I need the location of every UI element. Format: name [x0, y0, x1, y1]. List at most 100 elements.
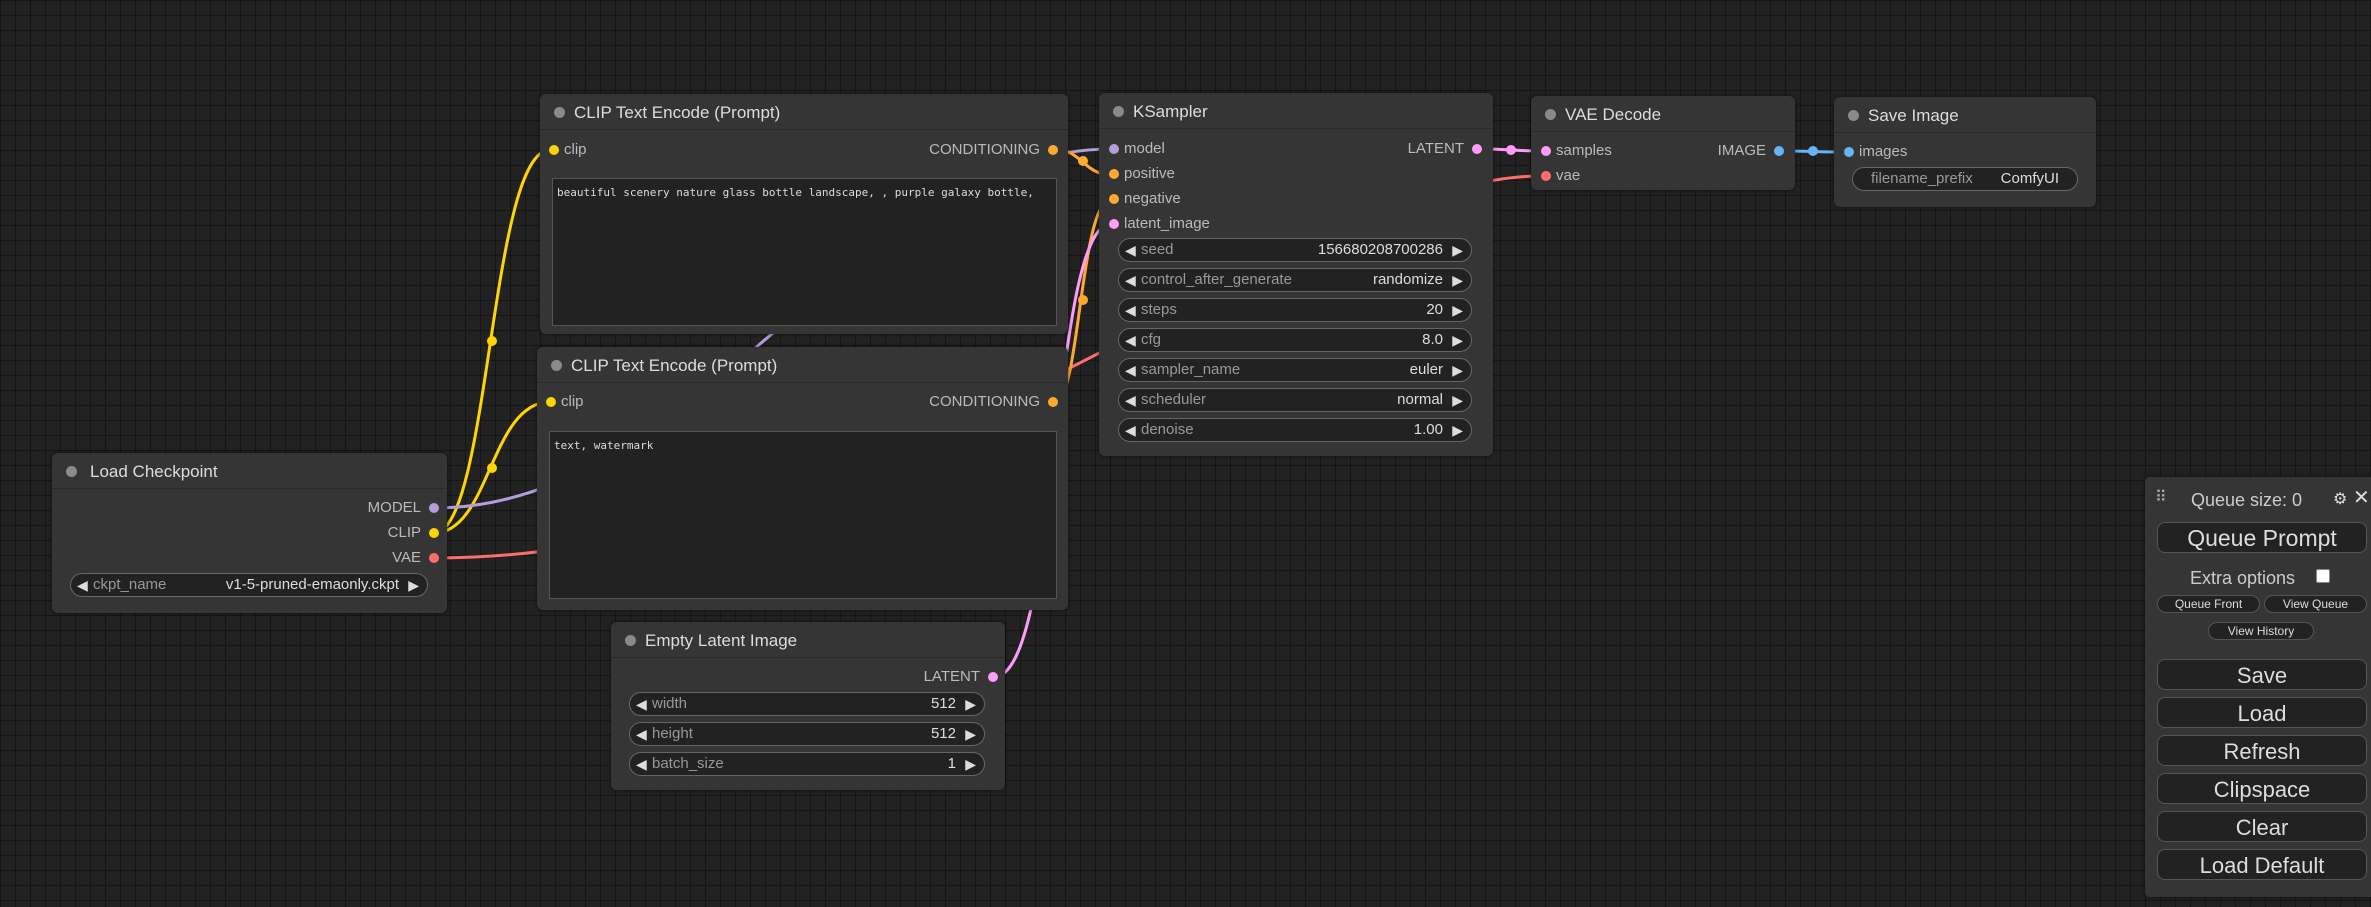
increment-arrow-icon[interactable]: ▶: [965, 753, 976, 775]
refresh-button[interactable]: Refresh: [2157, 735, 2367, 766]
collapse-dot-icon[interactable]: [554, 107, 565, 118]
queue-prompt-button[interactable]: Queue Prompt: [2157, 522, 2367, 553]
input-slot-positive[interactable]: positive: [1109, 164, 1175, 184]
node-ksampler[interactable]: KSampler model positive negative latent_…: [1099, 93, 1493, 456]
input-slot-latent-image[interactable]: latent_image: [1109, 214, 1210, 234]
node-vae-decode[interactable]: VAE Decode samples vae IMAGE: [1531, 96, 1795, 190]
node-save-image[interactable]: Save Image images filename_prefix ComfyU…: [1834, 97, 2096, 207]
decrement-arrow-icon[interactable]: ◀: [77, 574, 88, 596]
load-button[interactable]: Load: [2157, 697, 2367, 728]
node-empty-latent-image[interactable]: Empty Latent Image LATENT ◀ width 512 ▶ …: [611, 622, 1005, 790]
widget-control-after-generate[interactable]: ◀ control_after_generate randomize ▶: [1118, 268, 1472, 292]
widget-cfg[interactable]: ◀ cfg 8.0 ▶: [1118, 328, 1472, 352]
output-slot-clip[interactable]: CLIP: [388, 523, 439, 543]
collapse-dot-icon[interactable]: [66, 466, 77, 477]
decrement-arrow-icon[interactable]: ◀: [1125, 389, 1136, 411]
node-clip-text-encode-positive[interactable]: CLIP Text Encode (Prompt) clip CONDITION…: [540, 94, 1068, 334]
slot-dot-icon[interactable]: [549, 145, 559, 155]
node-title-bar[interactable]: Save Image: [1834, 97, 2096, 133]
view-queue-button[interactable]: View Queue: [2264, 595, 2367, 613]
widget-filename-prefix[interactable]: filename_prefix ComfyUI: [1852, 167, 2078, 191]
increment-arrow-icon[interactable]: ▶: [1452, 269, 1463, 291]
node-load-checkpoint[interactable]: Load Checkpoint MODEL CLIP VAE ◀ ckpt_na…: [52, 453, 447, 613]
settings-gear-icon[interactable]: ⚙: [2333, 489, 2347, 509]
node-clip-text-encode-negative[interactable]: CLIP Text Encode (Prompt) clip CONDITION…: [537, 347, 1068, 610]
collapse-dot-icon[interactable]: [551, 360, 562, 371]
slot-dot-icon[interactable]: [1109, 219, 1119, 229]
decrement-arrow-icon[interactable]: ◀: [1125, 269, 1136, 291]
node-title-bar[interactable]: CLIP Text Encode (Prompt): [537, 347, 1068, 383]
clipspace-button[interactable]: Clipspace: [2157, 773, 2367, 804]
input-slot-images[interactable]: images: [1844, 142, 1907, 162]
slot-dot-icon[interactable]: [429, 553, 439, 563]
input-slot-negative[interactable]: negative: [1109, 189, 1181, 209]
drag-handle-icon[interactable]: ⠿: [2155, 487, 2167, 507]
input-slot-clip[interactable]: clip: [546, 392, 584, 412]
input-slot-samples[interactable]: samples: [1541, 141, 1612, 161]
input-slot-vae[interactable]: vae: [1541, 166, 1580, 186]
slot-dot-icon[interactable]: [1109, 169, 1119, 179]
slot-dot-icon[interactable]: [1844, 147, 1854, 157]
prompt-textarea[interactable]: beautiful scenery nature glass bottle la…: [552, 178, 1057, 326]
decrement-arrow-icon[interactable]: ◀: [1125, 299, 1136, 321]
decrement-arrow-icon[interactable]: ◀: [1125, 419, 1136, 441]
node-title-bar[interactable]: CLIP Text Encode (Prompt): [540, 94, 1068, 130]
clear-button[interactable]: Clear: [2157, 811, 2367, 842]
node-title-bar[interactable]: KSampler: [1099, 93, 1493, 129]
slot-dot-icon[interactable]: [429, 503, 439, 513]
widget-steps[interactable]: ◀ steps 20 ▶: [1118, 298, 1472, 322]
node-title-bar[interactable]: Empty Latent Image: [611, 622, 1005, 658]
slot-dot-icon[interactable]: [1472, 144, 1482, 154]
extra-options-checkbox[interactable]: [2316, 569, 2330, 583]
output-slot-image[interactable]: IMAGE: [1718, 141, 1784, 161]
slot-dot-icon[interactable]: [988, 672, 998, 682]
widget-width[interactable]: ◀ width 512 ▶: [629, 692, 985, 716]
increment-arrow-icon[interactable]: ▶: [1452, 359, 1463, 381]
widget-height[interactable]: ◀ height 512 ▶: [629, 722, 985, 746]
collapse-dot-icon[interactable]: [625, 635, 636, 646]
slot-dot-icon[interactable]: [1048, 145, 1058, 155]
save-button[interactable]: Save: [2157, 659, 2367, 690]
increment-arrow-icon[interactable]: ▶: [1452, 419, 1463, 441]
collapse-dot-icon[interactable]: [1113, 106, 1124, 117]
decrement-arrow-icon[interactable]: ◀: [636, 693, 647, 715]
slot-dot-icon[interactable]: [1048, 397, 1058, 407]
slot-dot-icon[interactable]: [546, 397, 556, 407]
widget-denoise[interactable]: ◀ denoise 1.00 ▶: [1118, 418, 1472, 442]
output-slot-vae[interactable]: VAE: [392, 548, 439, 568]
input-slot-clip[interactable]: clip: [549, 140, 587, 160]
load-default-button[interactable]: Load Default: [2157, 849, 2367, 880]
widget-ckpt-name[interactable]: ◀ ckpt_name v1-5-pruned-emaonly.ckpt ▶: [70, 573, 428, 597]
slot-dot-icon[interactable]: [1541, 146, 1551, 156]
decrement-arrow-icon[interactable]: ◀: [636, 723, 647, 745]
slot-dot-icon[interactable]: [1109, 144, 1119, 154]
collapse-dot-icon[interactable]: [1545, 109, 1556, 120]
increment-arrow-icon[interactable]: ▶: [965, 693, 976, 715]
view-history-button[interactable]: View History: [2208, 622, 2314, 640]
decrement-arrow-icon[interactable]: ◀: [1125, 329, 1136, 351]
input-slot-model[interactable]: model: [1109, 139, 1165, 159]
prompt-textarea[interactable]: text, watermark: [549, 431, 1057, 599]
collapse-dot-icon[interactable]: [1848, 110, 1859, 121]
close-icon[interactable]: ✕: [2353, 485, 2370, 510]
widget-batch-size[interactable]: ◀ batch_size 1 ▶: [629, 752, 985, 776]
output-slot-model[interactable]: MODEL: [368, 498, 439, 518]
increment-arrow-icon[interactable]: ▶: [965, 723, 976, 745]
node-title-bar[interactable]: VAE Decode: [1531, 96, 1795, 132]
slot-dot-icon[interactable]: [1774, 146, 1784, 156]
slot-dot-icon[interactable]: [1541, 171, 1551, 181]
decrement-arrow-icon[interactable]: ◀: [636, 753, 647, 775]
widget-sampler-name[interactable]: ◀ sampler_name euler ▶: [1118, 358, 1472, 382]
queue-front-button[interactable]: Queue Front: [2157, 595, 2260, 613]
decrement-arrow-icon[interactable]: ◀: [1125, 359, 1136, 381]
increment-arrow-icon[interactable]: ▶: [1452, 389, 1463, 411]
node-title-bar[interactable]: Load Checkpoint: [52, 453, 447, 489]
increment-arrow-icon[interactable]: ▶: [408, 574, 419, 596]
widget-seed[interactable]: ◀ seed 156680208700286 ▶: [1118, 238, 1472, 262]
increment-arrow-icon[interactable]: ▶: [1452, 239, 1463, 261]
output-slot-latent[interactable]: LATENT: [1408, 139, 1482, 159]
output-slot-conditioning[interactable]: CONDITIONING: [929, 140, 1058, 160]
widget-scheduler[interactable]: ◀ scheduler normal ▶: [1118, 388, 1472, 412]
increment-arrow-icon[interactable]: ▶: [1452, 299, 1463, 321]
slot-dot-icon[interactable]: [429, 528, 439, 538]
